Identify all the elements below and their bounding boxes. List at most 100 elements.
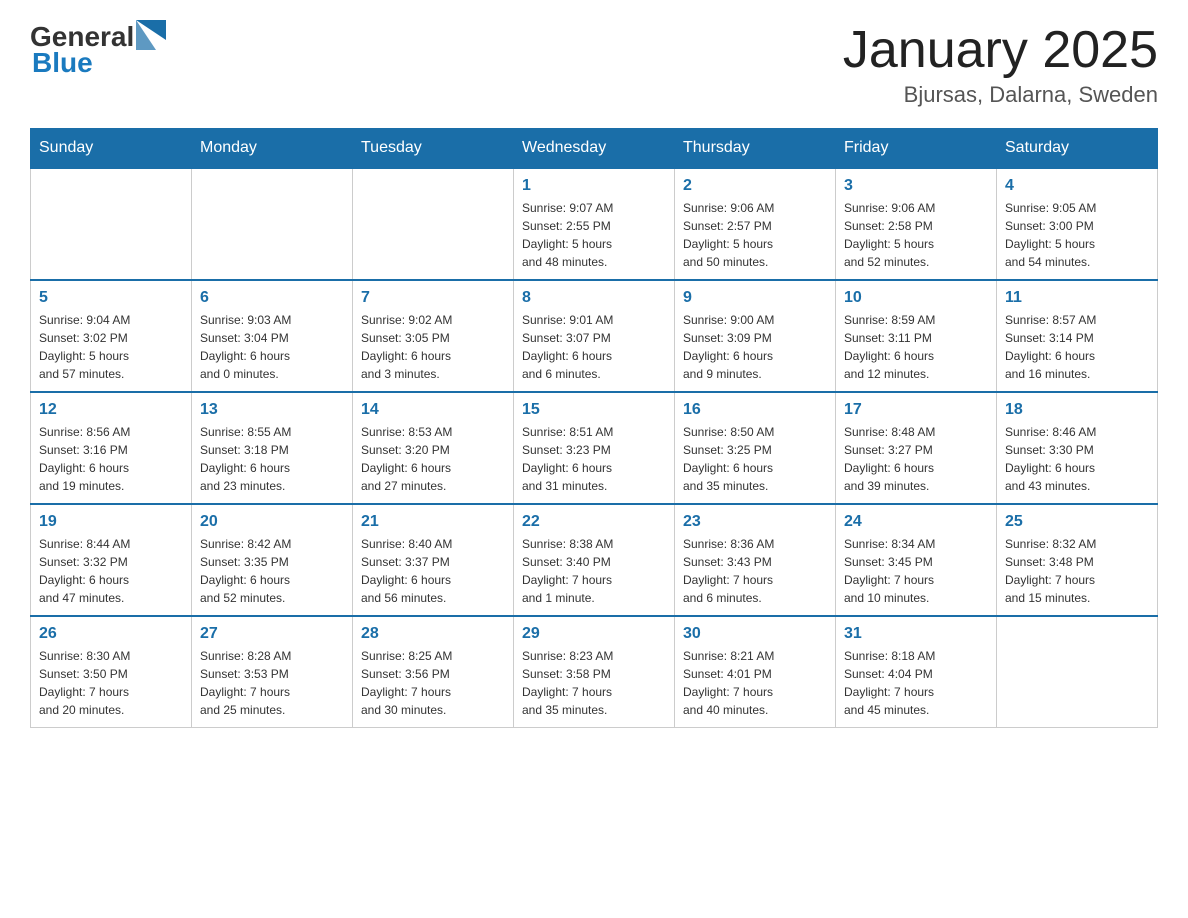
day-info: Sunrise: 9:03 AM Sunset: 3:04 PM Dayligh… bbox=[200, 311, 344, 383]
week-row-5: 26 Sunrise: 8:30 AM Sunset: 3:50 PM Dayli… bbox=[31, 616, 1158, 728]
calendar-title: January 2025 bbox=[843, 20, 1158, 80]
day-number: 13 bbox=[200, 401, 344, 419]
calendar-cell: 26 Sunrise: 8:30 AM Sunset: 3:50 PM Dayli… bbox=[31, 616, 192, 728]
day-info: Sunrise: 9:06 AM Sunset: 2:58 PM Dayligh… bbox=[844, 199, 988, 271]
week-row-2: 5 Sunrise: 9:04 AM Sunset: 3:02 PM Daylig… bbox=[31, 280, 1158, 392]
day-number: 18 bbox=[1005, 401, 1149, 419]
calendar-cell: 28Sunrise: 8:25 AM Sunset: 3:56 PM Dayli… bbox=[353, 616, 514, 728]
day-number: 20 bbox=[200, 513, 344, 531]
week-row-4: 19 Sunrise: 8:44 AM Sunset: 3:32 PM Dayli… bbox=[31, 504, 1158, 616]
day-info: Sunrise: 8:40 AM Sunset: 3:37 PM Dayligh… bbox=[361, 535, 505, 607]
calendar-cell bbox=[353, 168, 514, 280]
calendar-cell: 16 Sunrise: 8:50 AM Sunset: 3:25 PM Dayli… bbox=[675, 392, 836, 504]
calendar-cell: 2Sunrise: 9:06 AM Sunset: 2:57 PM Daylig… bbox=[675, 168, 836, 280]
calendar-cell: 8 Sunrise: 9:01 AM Sunset: 3:07 PM Daylig… bbox=[514, 280, 675, 392]
day-number: 16 bbox=[683, 401, 827, 419]
calendar-cell: 31Sunrise: 8:18 AM Sunset: 4:04 PM Dayli… bbox=[836, 616, 997, 728]
day-info: Sunrise: 8:46 AM Sunset: 3:30 PM Dayligh… bbox=[1005, 423, 1149, 495]
calendar-cell: 13 Sunrise: 8:55 AM Sunset: 3:18 PM Dayli… bbox=[192, 392, 353, 504]
calendar-cell: 1 Sunrise: 9:07 AM Sunset: 2:55 PM Daylig… bbox=[514, 168, 675, 280]
day-number: 30 bbox=[683, 625, 827, 643]
day-info: Sunrise: 8:42 AM Sunset: 3:35 PM Dayligh… bbox=[200, 535, 344, 607]
calendar-cell: 24Sunrise: 8:34 AM Sunset: 3:45 PM Dayli… bbox=[836, 504, 997, 616]
calendar-cell bbox=[192, 168, 353, 280]
day-number: 12 bbox=[39, 401, 183, 419]
day-info: Sunrise: 8:48 AM Sunset: 3:27 PM Dayligh… bbox=[844, 423, 988, 495]
day-number: 23 bbox=[683, 513, 827, 531]
day-number: 9 bbox=[683, 289, 827, 307]
page-header: General Blue January 2025 Bjursas, Dalar… bbox=[30, 20, 1158, 108]
weekday-header-thursday: Thursday bbox=[675, 129, 836, 169]
day-info: Sunrise: 9:01 AM Sunset: 3:07 PM Dayligh… bbox=[522, 311, 666, 383]
day-number: 15 bbox=[522, 401, 666, 419]
day-info: Sunrise: 9:00 AM Sunset: 3:09 PM Dayligh… bbox=[683, 311, 827, 383]
calendar-cell bbox=[997, 616, 1158, 728]
day-number: 17 bbox=[844, 401, 988, 419]
calendar-cell bbox=[31, 168, 192, 280]
calendar-cell: 25Sunrise: 8:32 AM Sunset: 3:48 PM Dayli… bbox=[997, 504, 1158, 616]
day-number: 28 bbox=[361, 625, 505, 643]
day-number: 27 bbox=[200, 625, 344, 643]
calendar-cell: 6 Sunrise: 9:03 AM Sunset: 3:04 PM Daylig… bbox=[192, 280, 353, 392]
day-number: 5 bbox=[39, 289, 183, 307]
day-info: Sunrise: 8:30 AM Sunset: 3:50 PM Dayligh… bbox=[39, 647, 183, 719]
calendar-cell: 3Sunrise: 9:06 AM Sunset: 2:58 PM Daylig… bbox=[836, 168, 997, 280]
day-info: Sunrise: 8:44 AM Sunset: 3:32 PM Dayligh… bbox=[39, 535, 183, 607]
day-number: 21 bbox=[361, 513, 505, 531]
title-section: January 2025 Bjursas, Dalarna, Sweden bbox=[843, 20, 1158, 108]
day-number: 22 bbox=[522, 513, 666, 531]
day-number: 19 bbox=[39, 513, 183, 531]
calendar-cell: 20 Sunrise: 8:42 AM Sunset: 3:35 PM Dayli… bbox=[192, 504, 353, 616]
day-info: Sunrise: 8:50 AM Sunset: 3:25 PM Dayligh… bbox=[683, 423, 827, 495]
day-info: Sunrise: 8:28 AM Sunset: 3:53 PM Dayligh… bbox=[200, 647, 344, 719]
day-number: 6 bbox=[200, 289, 344, 307]
week-row-1: 1 Sunrise: 9:07 AM Sunset: 2:55 PM Daylig… bbox=[31, 168, 1158, 280]
day-info: Sunrise: 9:05 AM Sunset: 3:00 PM Dayligh… bbox=[1005, 199, 1149, 271]
weekday-header-saturday: Saturday bbox=[997, 129, 1158, 169]
day-info: Sunrise: 9:04 AM Sunset: 3:02 PM Dayligh… bbox=[39, 311, 183, 383]
day-number: 10 bbox=[844, 289, 988, 307]
day-info: Sunrise: 9:02 AM Sunset: 3:05 PM Dayligh… bbox=[361, 311, 505, 383]
day-info: Sunrise: 9:06 AM Sunset: 2:57 PM Dayligh… bbox=[683, 199, 827, 271]
calendar-cell: 5 Sunrise: 9:04 AM Sunset: 3:02 PM Daylig… bbox=[31, 280, 192, 392]
weekday-header-friday: Friday bbox=[836, 129, 997, 169]
day-number: 26 bbox=[39, 625, 183, 643]
day-info: Sunrise: 8:59 AM Sunset: 3:11 PM Dayligh… bbox=[844, 311, 988, 383]
day-info: Sunrise: 9:07 AM Sunset: 2:55 PM Dayligh… bbox=[522, 199, 666, 271]
day-info: Sunrise: 8:56 AM Sunset: 3:16 PM Dayligh… bbox=[39, 423, 183, 495]
calendar-cell: 27 Sunrise: 8:28 AM Sunset: 3:53 PM Dayli… bbox=[192, 616, 353, 728]
day-number: 25 bbox=[1005, 513, 1149, 531]
logo-icon bbox=[136, 20, 166, 50]
weekday-header-monday: Monday bbox=[192, 129, 353, 169]
day-info: Sunrise: 8:38 AM Sunset: 3:40 PM Dayligh… bbox=[522, 535, 666, 607]
day-info: Sunrise: 8:23 AM Sunset: 3:58 PM Dayligh… bbox=[522, 647, 666, 719]
day-info: Sunrise: 8:18 AM Sunset: 4:04 PM Dayligh… bbox=[844, 647, 988, 719]
day-number: 7 bbox=[361, 289, 505, 307]
calendar-cell: 23Sunrise: 8:36 AM Sunset: 3:43 PM Dayli… bbox=[675, 504, 836, 616]
calendar-cell: 18 Sunrise: 8:46 AM Sunset: 3:30 PM Dayli… bbox=[997, 392, 1158, 504]
calendar-subtitle: Bjursas, Dalarna, Sweden bbox=[843, 82, 1158, 108]
calendar-cell: 4 Sunrise: 9:05 AM Sunset: 3:00 PM Daylig… bbox=[997, 168, 1158, 280]
weekday-header-row: SundayMondayTuesdayWednesdayThursdayFrid… bbox=[31, 129, 1158, 169]
day-number: 29 bbox=[522, 625, 666, 643]
calendar-cell: 9 Sunrise: 9:00 AM Sunset: 3:09 PM Daylig… bbox=[675, 280, 836, 392]
day-info: Sunrise: 8:51 AM Sunset: 3:23 PM Dayligh… bbox=[522, 423, 666, 495]
day-number: 1 bbox=[522, 177, 666, 195]
calendar-cell: 17 Sunrise: 8:48 AM Sunset: 3:27 PM Dayli… bbox=[836, 392, 997, 504]
calendar-cell: 29 Sunrise: 8:23 AM Sunset: 3:58 PM Dayli… bbox=[514, 616, 675, 728]
weekday-header-wednesday: Wednesday bbox=[514, 129, 675, 169]
calendar-cell: 22 Sunrise: 8:38 AM Sunset: 3:40 PM Dayli… bbox=[514, 504, 675, 616]
logo: General Blue bbox=[30, 20, 166, 79]
calendar-cell: 21 Sunrise: 8:40 AM Sunset: 3:37 PM Dayli… bbox=[353, 504, 514, 616]
day-number: 8 bbox=[522, 289, 666, 307]
day-number: 11 bbox=[1005, 289, 1149, 307]
calendar-table: SundayMondayTuesdayWednesdayThursdayFrid… bbox=[30, 128, 1158, 728]
weekday-header-tuesday: Tuesday bbox=[353, 129, 514, 169]
week-row-3: 12 Sunrise: 8:56 AM Sunset: 3:16 PM Dayli… bbox=[31, 392, 1158, 504]
day-info: Sunrise: 8:55 AM Sunset: 3:18 PM Dayligh… bbox=[200, 423, 344, 495]
calendar-cell: 12 Sunrise: 8:56 AM Sunset: 3:16 PM Dayli… bbox=[31, 392, 192, 504]
day-info: Sunrise: 8:21 AM Sunset: 4:01 PM Dayligh… bbox=[683, 647, 827, 719]
day-number: 4 bbox=[1005, 177, 1149, 195]
day-number: 24 bbox=[844, 513, 988, 531]
weekday-header-sunday: Sunday bbox=[31, 129, 192, 169]
